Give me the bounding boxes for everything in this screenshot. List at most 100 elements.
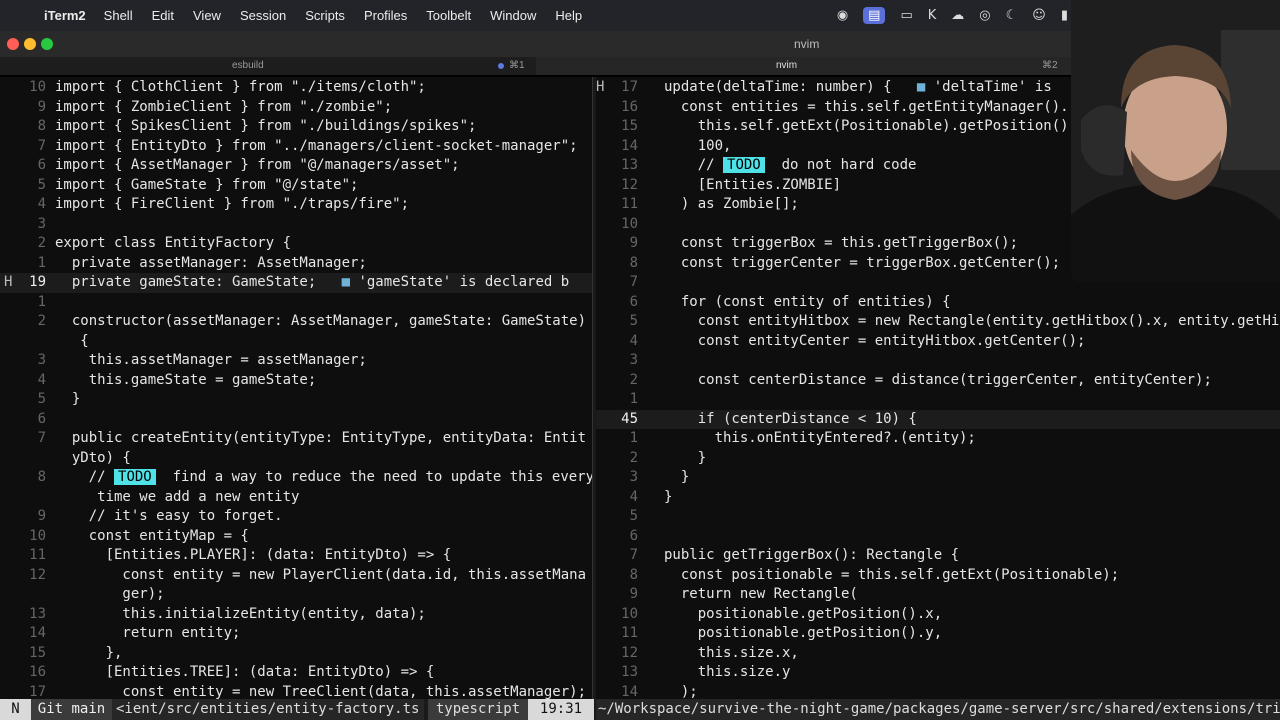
close-window-icon[interactable] bbox=[7, 38, 19, 50]
tab-esbuild[interactable]: esbuild ⌘1 bbox=[0, 57, 536, 75]
tab-nvim[interactable]: nvim ⌘2 bbox=[536, 57, 1076, 75]
code-line[interactable]: 7 public createEntity(entityType: Entity… bbox=[0, 429, 592, 449]
code-line[interactable]: 4 const entityCenter = entityHitbox.getC… bbox=[596, 332, 1280, 352]
code-text: private assetManager: AssetManager; bbox=[55, 254, 367, 271]
code-text: // TODO find a way to reduce the need to… bbox=[55, 469, 592, 485]
code-text: // it's easy to forget. bbox=[55, 508, 283, 524]
code-line[interactable]: 17 const entity = new TreeClient(data, t… bbox=[0, 683, 592, 700]
code-line[interactable]: 6 bbox=[0, 410, 592, 430]
menu-window[interactable]: Window bbox=[490, 8, 536, 23]
line-number: 4 bbox=[37, 371, 46, 388]
k-icon[interactable]: K bbox=[928, 8, 937, 23]
code-text: const entityHitbox = new Rectangle(entit… bbox=[664, 313, 1280, 329]
line-number: 13 bbox=[621, 157, 638, 173]
code-line[interactable]: 2 } bbox=[596, 449, 1280, 469]
code-line[interactable]: time we add a new entity bbox=[0, 488, 592, 508]
code-line[interactable]: 7 import { EntityDto } from "../managers/… bbox=[0, 137, 592, 157]
menu-profiles[interactable]: Profiles bbox=[364, 8, 407, 23]
code-line[interactable]: 5 const entityHitbox = new Rectangle(ent… bbox=[596, 312, 1280, 332]
menu-app-name[interactable]: iTerm2 bbox=[44, 8, 86, 23]
code-line[interactable]: 7 public getTriggerBox(): Rectangle { bbox=[596, 546, 1280, 566]
code-line[interactable]: 14 ); bbox=[596, 683, 1280, 700]
menu-shell[interactable]: Shell bbox=[104, 8, 133, 23]
code-line[interactable]: 10 positionable.getPosition().x, bbox=[596, 605, 1280, 625]
code-line[interactable]: 1 bbox=[596, 390, 1280, 410]
display-icon[interactable]: ▭ bbox=[900, 8, 912, 23]
code-line[interactable]: 9 // it's easy to forget. bbox=[0, 507, 592, 527]
code-text: public createEntity(entityType: EntityTy… bbox=[55, 430, 587, 446]
code-line[interactable]: 8 const positionable = this.self.getExt(… bbox=[596, 566, 1280, 586]
code-text: positionable.getPosition().y, bbox=[664, 625, 943, 641]
code-line[interactable]: H 19 private gameState: GameState; ■ 'gam… bbox=[0, 273, 592, 293]
code-line[interactable]: 9 return new Rectangle( bbox=[596, 585, 1280, 605]
code-line[interactable]: 2 const centerDistance = distance(trigge… bbox=[596, 371, 1280, 391]
code-line[interactable]: 6 for (const entity of entities) { bbox=[596, 293, 1280, 313]
code-line[interactable]: 2 constructor(assetManager: AssetManager… bbox=[0, 312, 592, 332]
record-icon[interactable]: ◎ bbox=[979, 8, 990, 23]
code-line[interactable]: 1 bbox=[0, 293, 592, 313]
code-line[interactable]: 2 export class EntityFactory { bbox=[0, 234, 592, 254]
code-line[interactable]: 1 this.onEntityEntered?.(entity); bbox=[596, 429, 1280, 449]
code-line[interactable]: 3 } bbox=[596, 468, 1280, 488]
code-line[interactable]: 13 this.initializeEntity(entity, data); bbox=[0, 605, 592, 625]
code-text: this.initializeEntity(entity, data); bbox=[55, 605, 426, 622]
code-line[interactable]: 14 return entity; bbox=[0, 624, 592, 644]
cloud-icon[interactable]: ☁ bbox=[951, 8, 964, 23]
code-line[interactable]: yDto) { bbox=[0, 449, 592, 469]
code-text: for (const entity of entities) { bbox=[664, 293, 951, 310]
code-line[interactable]: 6 bbox=[596, 527, 1280, 547]
code-line[interactable]: 45 if (centerDistance < 10) { bbox=[596, 409, 1280, 429]
code-line[interactable]: 16 [Entities.TREE]: (data: EntityDto) =>… bbox=[0, 663, 592, 683]
code-line[interactable]: 10 import { ClothClient } from "./items/c… bbox=[0, 78, 592, 98]
code-line[interactable]: 5 } bbox=[0, 390, 592, 410]
code-text: } bbox=[664, 469, 690, 485]
code-line[interactable]: 4 import { FireClient } from "./traps/fir… bbox=[0, 195, 592, 215]
code-line[interactable]: 4 this.gameState = gameState; bbox=[0, 371, 592, 391]
line-number: 8 bbox=[37, 469, 46, 485]
code-line[interactable]: 12 this.size.x, bbox=[596, 644, 1280, 664]
moon-icon[interactable]: ☾ bbox=[1006, 8, 1018, 23]
code-line[interactable]: 11 [Entities.PLAYER]: (data: EntityDto) … bbox=[0, 546, 592, 566]
minimize-window-icon[interactable] bbox=[24, 38, 36, 50]
menu-session[interactable]: Session bbox=[240, 8, 286, 23]
menu-view[interactable]: View bbox=[193, 8, 221, 23]
line-number: 17 bbox=[621, 79, 638, 95]
battery-icon[interactable]: ▮ bbox=[1061, 8, 1068, 23]
line-number: 2 bbox=[629, 449, 638, 466]
code-line[interactable]: 12 const entity = new PlayerClient(data.… bbox=[0, 566, 592, 586]
zoom-window-icon[interactable] bbox=[41, 38, 53, 50]
code-line[interactable]: 5 import { GameState } from "@/state"; bbox=[0, 176, 592, 196]
code-text: yDto) { bbox=[55, 449, 131, 466]
user-icon[interactable]: ☺ bbox=[1032, 8, 1046, 23]
line-number: 9 bbox=[37, 508, 46, 524]
menu-toolbelt[interactable]: Toolbelt bbox=[426, 8, 471, 23]
code-line[interactable]: 13 this.size.y bbox=[596, 663, 1280, 683]
code-line[interactable]: 10 const entityMap = { bbox=[0, 527, 592, 547]
code-text: const entity = new PlayerClient(data.id,… bbox=[55, 566, 587, 583]
code-text: 100, bbox=[664, 137, 732, 154]
menu-scripts[interactable]: Scripts bbox=[305, 8, 345, 23]
code-line[interactable]: 8 // TODO find a way to reduce the need … bbox=[0, 468, 592, 488]
code-line[interactable]: 9 import { ZombieClient } from "./zombie"… bbox=[0, 98, 592, 118]
code-line[interactable]: 4} bbox=[596, 488, 1280, 508]
code-line[interactable]: 3 this.assetManager = assetManager; bbox=[0, 351, 592, 371]
code-line[interactable]: 1 private assetManager: AssetManager; bbox=[0, 254, 592, 274]
menu-help[interactable]: Help bbox=[555, 8, 582, 23]
code-line[interactable]: 5 bbox=[596, 507, 1280, 527]
obs-icon[interactable]: ◉ bbox=[837, 8, 848, 23]
editor-pane-left[interactable]: 10 import { ClothClient } from "./items/c… bbox=[0, 77, 592, 699]
code-line[interactable]: ger); bbox=[0, 585, 592, 605]
code-line[interactable]: 3 bbox=[596, 351, 1280, 371]
line-number: 11 bbox=[621, 196, 638, 212]
code-line[interactable]: 3 bbox=[0, 215, 592, 235]
code-line[interactable]: 15 }, bbox=[0, 644, 592, 664]
line-number: 2 bbox=[37, 235, 46, 251]
code-line[interactable]: 6 import { AssetManager } from "@/manager… bbox=[0, 156, 592, 176]
code-text: const centerDistance = distance(triggerC… bbox=[664, 371, 1212, 388]
screen-icon[interactable]: ▤ bbox=[863, 7, 886, 24]
code-line[interactable]: 11 positionable.getPosition().y, bbox=[596, 624, 1280, 644]
code-text: [Entities.ZOMBIE] bbox=[664, 176, 842, 193]
code-line[interactable]: { bbox=[0, 332, 592, 352]
code-line[interactable]: 8 import { SpikesClient } from "./buildin… bbox=[0, 117, 592, 137]
menu-edit[interactable]: Edit bbox=[152, 8, 174, 23]
